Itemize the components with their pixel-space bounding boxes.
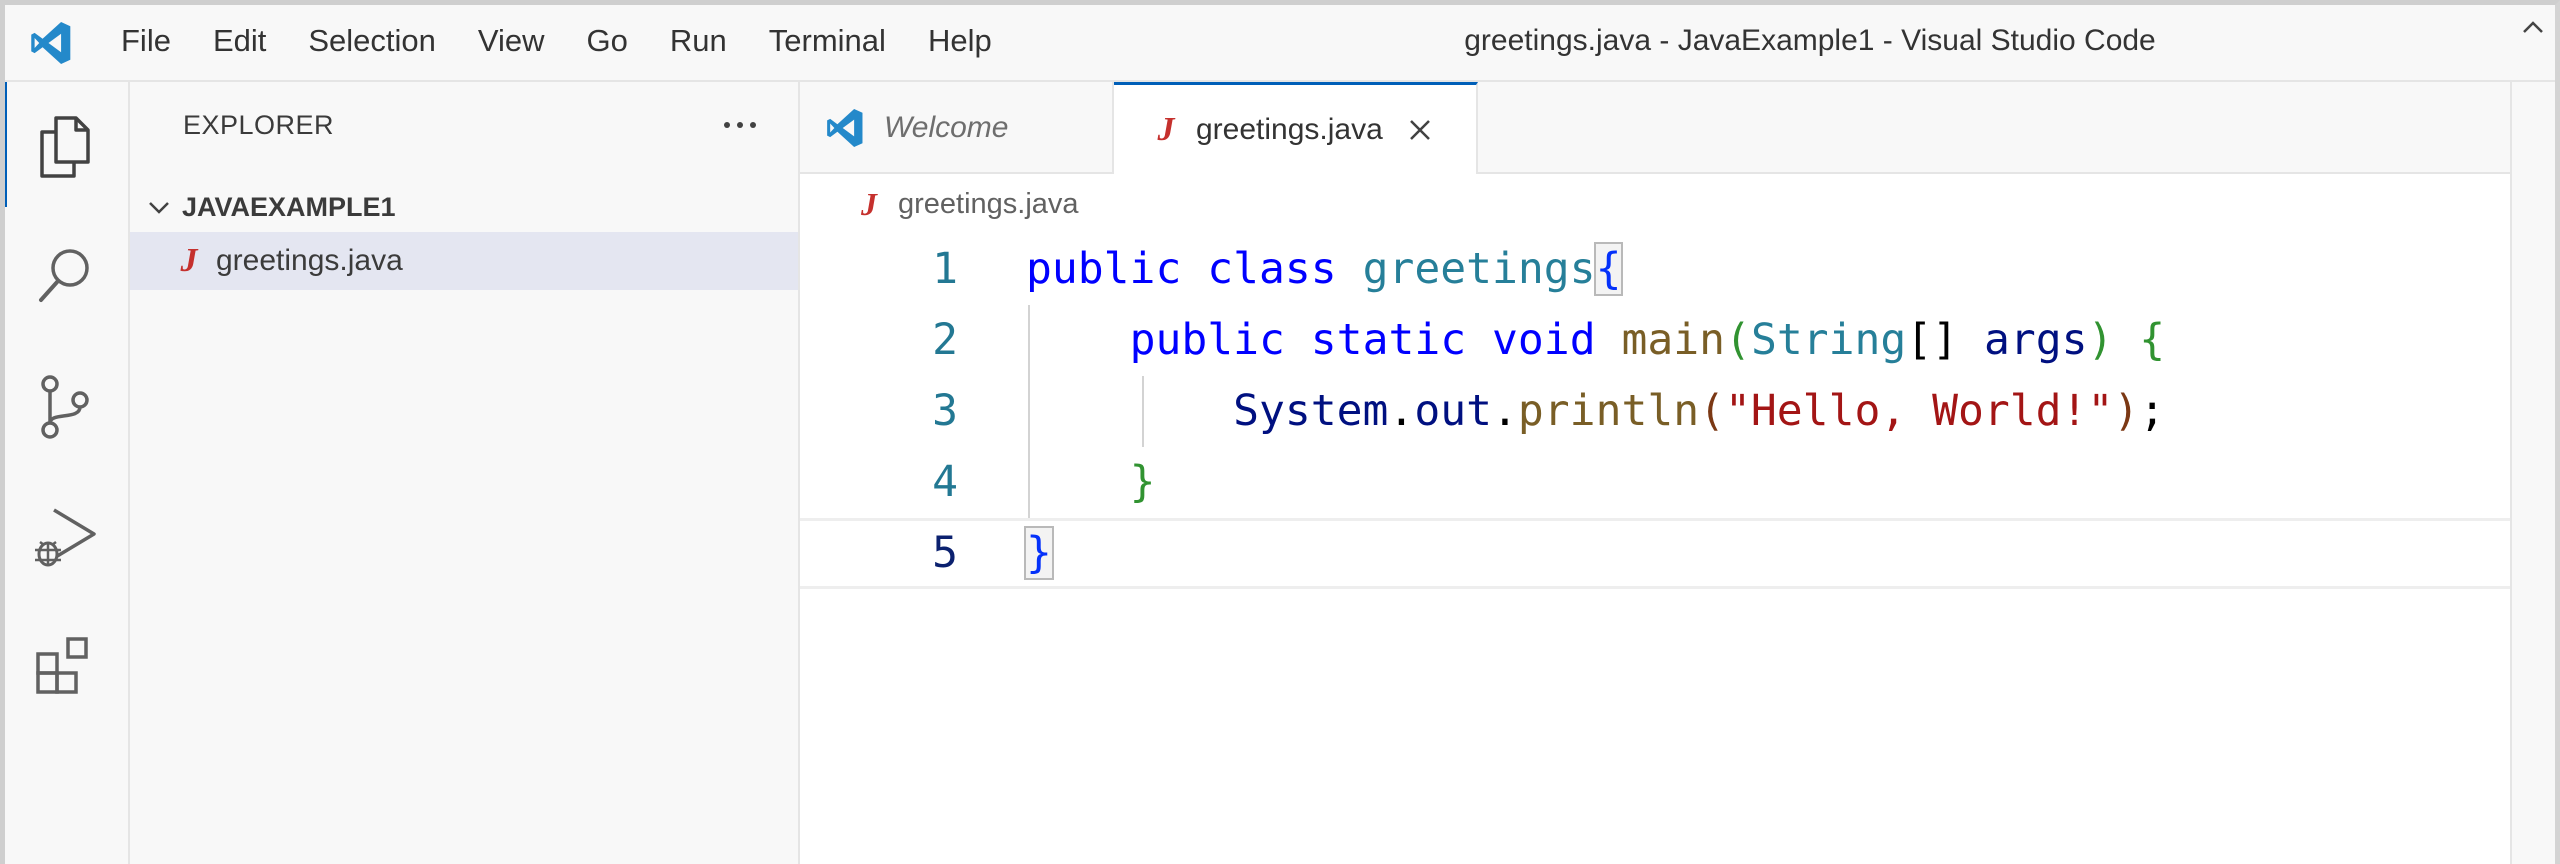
files-icon <box>40 116 90 178</box>
menu-view[interactable]: View <box>457 0 566 82</box>
tab-greetings-java[interactable]: J greetings.java <box>1114 82 1478 174</box>
tab-bar: Welcome J greetings.java <box>800 82 2510 174</box>
vscode-logo-icon <box>827 109 863 147</box>
line-number: 1 <box>932 244 958 294</box>
code-text: public class greetings{ <box>1026 242 1624 296</box>
window-title: greetings.java - JavaExample1 - Visual S… <box>1464 24 2156 57</box>
folder-label: JAVAEXAMPLE1 <box>182 191 396 222</box>
code-editor[interactable]: 1 public class greetings{ 2 public stati… <box>800 234 2510 864</box>
code-line: 4 } <box>800 447 2510 518</box>
line-number: 5 <box>932 528 958 578</box>
menu-selection[interactable]: Selection <box>287 0 457 82</box>
java-icon: J <box>1157 110 1175 148</box>
run-debug-icon <box>35 508 96 567</box>
extensions-icon <box>36 637 88 694</box>
code-text: } <box>1024 526 1054 580</box>
java-icon: J <box>861 185 877 222</box>
chevron-down-icon <box>144 192 174 222</box>
code-text: } <box>1129 457 1156 507</box>
close-icon[interactable] <box>1405 115 1435 145</box>
tab-label: greetings.java <box>1196 112 1383 146</box>
vscode-logo-icon <box>31 22 71 64</box>
menu-file[interactable]: File <box>100 0 192 82</box>
activity-extensions[interactable] <box>0 602 130 732</box>
code-line: 3 System.out.println("Hello, World!"); <box>800 376 2510 447</box>
more-actions-icon[interactable] <box>713 98 767 152</box>
java-icon: J <box>180 242 198 279</box>
code-text: public static void main(String[] args) { <box>1129 315 2166 365</box>
file-label: greetings.java <box>216 244 403 277</box>
menu-bar: File Edit Selection View Go Run Terminal… <box>100 0 1013 82</box>
menu-run[interactable]: Run <box>649 0 748 82</box>
menu-help[interactable]: Help <box>907 0 1013 82</box>
activity-run-debug[interactable] <box>0 472 130 602</box>
editor-scrollbar[interactable] <box>2510 82 2555 864</box>
menu-go[interactable]: Go <box>566 0 649 82</box>
source-control-icon <box>41 375 89 439</box>
tab-label: Welcome <box>884 111 1009 144</box>
line-number: 2 <box>932 315 958 365</box>
file-item-greetings-java[interactable]: J greetings.java <box>130 232 798 290</box>
search-icon <box>39 249 89 302</box>
tab-welcome[interactable]: Welcome <box>800 82 1114 174</box>
code-text: System.out.println("Hello, World!"); <box>1233 386 2166 436</box>
title-bar: File Edit Selection View Go Run Terminal… <box>0 0 2560 82</box>
sidebar-title: EXPLORER <box>183 110 335 140</box>
line-number: 4 <box>932 457 958 507</box>
explorer-sidebar: EXPLORER JAVAEXAMPLE1 J greetings.java <box>130 82 800 864</box>
chevron-up-icon[interactable] <box>2518 12 2548 42</box>
code-line: 2 public static void main(String[] args)… <box>800 305 2510 376</box>
code-line-current: 5 } <box>800 518 2510 589</box>
menu-edit[interactable]: Edit <box>192 0 287 82</box>
line-number: 3 <box>932 386 958 436</box>
folder-row[interactable]: JAVAEXAMPLE1 <box>130 182 798 232</box>
code-line: 1 public class greetings{ <box>800 234 2510 305</box>
activity-bar <box>0 82 130 864</box>
activity-search[interactable] <box>0 212 130 342</box>
menu-terminal[interactable]: Terminal <box>748 0 907 82</box>
breadcrumb: J greetings.java <box>800 174 2510 234</box>
breadcrumb-item[interactable]: greetings.java <box>898 188 1079 221</box>
activity-explorer[interactable] <box>0 82 130 212</box>
activity-source-control[interactable] <box>0 342 130 472</box>
